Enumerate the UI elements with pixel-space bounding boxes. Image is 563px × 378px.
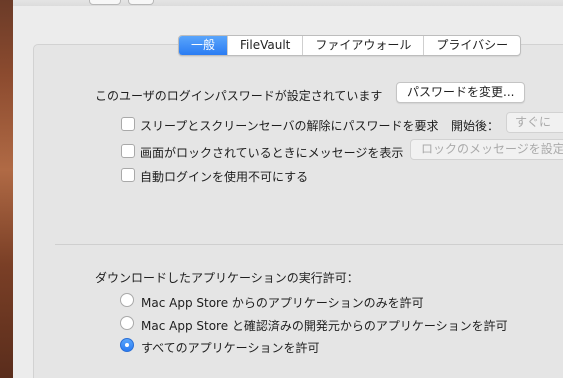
tab-firewall[interactable]: ファイアウォール — [302, 36, 423, 55]
allow-identified-developers-label: Mac App Store と確認済みの開発元からのアプリケーションを許可 — [141, 319, 508, 333]
password-status-label: このユーザのログインパスワードが設定されています — [95, 89, 383, 103]
require-password-label: スリープとスクリーンセーバの解除にパスワードを要求 — [140, 119, 439, 133]
require-password-after-label: 開始後： — [451, 119, 500, 133]
radio-selected-dot — [125, 343, 129, 347]
allow-anywhere-label: すべてのアプリケーションを許可 — [141, 341, 320, 355]
tab-general[interactable]: 一般 — [179, 36, 228, 55]
set-lock-message-button[interactable]: ロックのメッセージを設定 — [410, 139, 563, 160]
disable-auto-login-checkbox[interactable] — [121, 168, 135, 182]
disable-auto-login-label: 自動ログインを使用不可にする — [140, 170, 309, 184]
allow-anywhere-radio[interactable] — [120, 338, 134, 352]
allow-app-store-label: Mac App Store からのアプリケーションのみを許可 — [141, 296, 424, 310]
toolbar-forward-button[interactable] — [128, 0, 154, 5]
tab-bar: 一般 FileVault ファイアウォール プライバシー — [178, 35, 522, 56]
downloads-heading: ダウンロードしたアプリケーションの実行許可： — [95, 271, 359, 285]
change-password-button[interactable]: パスワードを変更... — [396, 82, 526, 103]
section-divider — [55, 244, 563, 245]
lock-message-label: 画面がロックされているときにメッセージを表示 — [140, 146, 404, 160]
desktop-wallpaper — [0, 0, 13, 378]
tab-filevault[interactable]: FileVault — [227, 36, 302, 55]
allow-identified-developers-radio[interactable] — [120, 316, 134, 330]
allow-app-store-radio[interactable] — [120, 293, 134, 307]
require-password-delay-select[interactable]: すぐに — [506, 112, 563, 133]
lock-message-checkbox[interactable] — [121, 144, 135, 158]
tab-privacy[interactable]: プライバシー — [423, 36, 520, 55]
toolbar-back-button[interactable] — [89, 0, 121, 5]
window-toolbar — [13, 0, 563, 6]
require-password-checkbox[interactable] — [121, 117, 135, 131]
